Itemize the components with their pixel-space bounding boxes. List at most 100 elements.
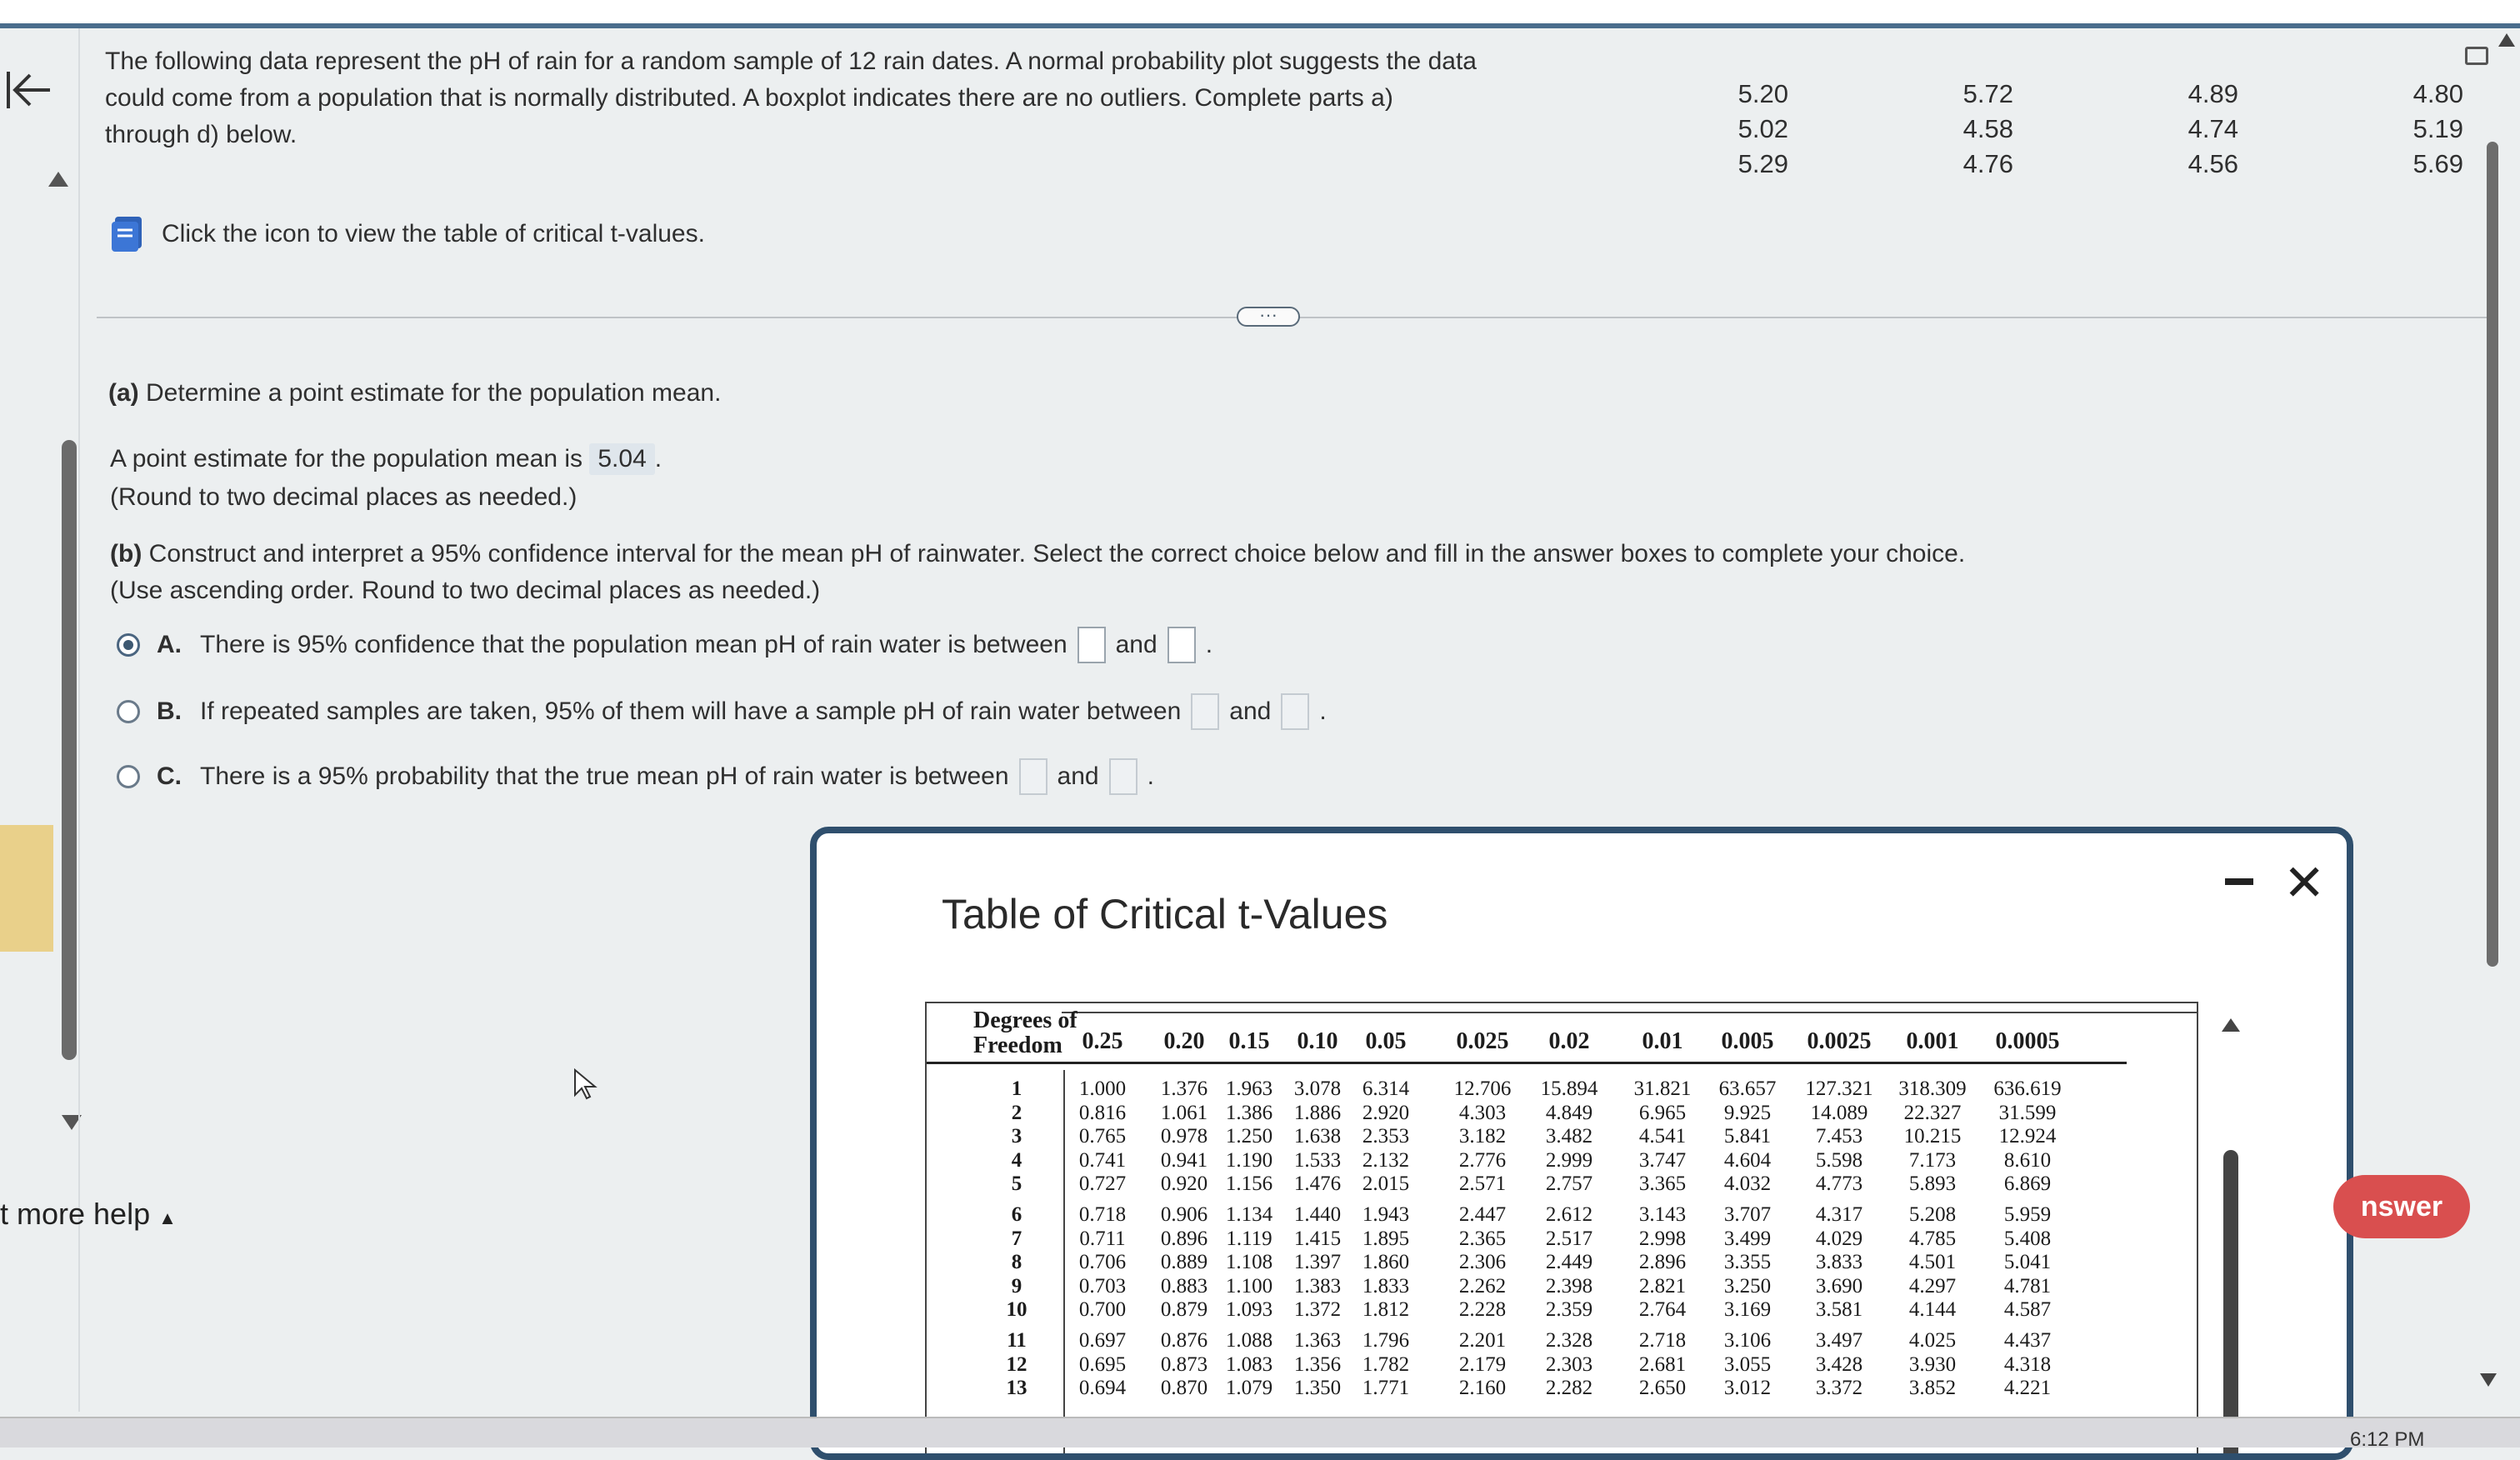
minimize-icon[interactable] [2225, 878, 2253, 885]
t-table-value-cell: 3.143 [1638, 1203, 1687, 1226]
left-scrollbar[interactable] [62, 440, 77, 1060]
t-table-prob-header: 0.01 [1642, 1028, 1683, 1054]
t-table-value-cell: 4.029 [1815, 1227, 1863, 1250]
part-a-answer-box[interactable]: 5.04 [589, 443, 655, 475]
t-table-value-cell: 3.055 [1723, 1352, 1772, 1376]
t-table-value-cell: 2.262 [1458, 1274, 1507, 1298]
choice-a-upper-input[interactable] [1167, 627, 1196, 663]
t-table-df-cell: 8 [1011, 1251, 1022, 1274]
t-table-value-cell: 0.703 [1078, 1274, 1127, 1298]
t-table-value-cell: 0.711 [1079, 1227, 1126, 1250]
t-table-value-cell: 5.408 [2003, 1227, 2052, 1250]
part-b-question-text: Construct and interpret a 95% confidence… [148, 540, 1966, 568]
page-scroll-up-icon[interactable] [2498, 33, 2515, 47]
t-table-prob-header: 0.001 [1906, 1028, 1959, 1054]
check-answer-button[interactable]: nswer [2333, 1175, 2470, 1238]
t-table-value-cell: 2.353 [1362, 1125, 1410, 1148]
t-table-value-cell: 3.690 [1815, 1274, 1863, 1298]
modal-scroll-up-icon[interactable] [2222, 1018, 2240, 1032]
data-column: 4.80 5.19 5.69 [2363, 77, 2463, 182]
part-a-question-text: Determine a point estimate for the popul… [146, 379, 722, 407]
choice-c-lower-input[interactable] [1018, 758, 1048, 795]
t-table-value-cell: 1.782 [1362, 1352, 1410, 1376]
t-table-value-cell: 3.012 [1723, 1377, 1772, 1400]
choice-c-radio[interactable] [117, 765, 140, 788]
book-icon[interactable] [110, 215, 145, 253]
data-value: 4.89 [2188, 79, 2238, 108]
t-table-value-cell: 0.718 [1078, 1203, 1127, 1226]
t-table-value-cell: 3.169 [1723, 1298, 1772, 1322]
page-scroll-down-icon[interactable] [2480, 1373, 2497, 1387]
page-scrollbar[interactable] [2487, 142, 2498, 967]
t-table-header-underline [927, 1062, 2127, 1064]
t-table-value-cell: 636.619 [1993, 1078, 2062, 1100]
t-table-df-cell: 12 [1006, 1352, 1028, 1376]
back-arrow-icon[interactable] [3, 65, 53, 115]
t-table-value-cell: 31.821 [1633, 1078, 1692, 1100]
t-table-value-cell: 0.765 [1078, 1125, 1127, 1148]
t-table-value-cell: 2.998 [1638, 1227, 1687, 1250]
t-table-value-cell: 3.930 [1908, 1352, 1957, 1376]
t-table-value-cell: 2.718 [1638, 1329, 1687, 1352]
t-table-value-cell: 4.587 [2003, 1298, 2052, 1322]
data-column: 5.72 4.58 4.76 [1913, 77, 2013, 182]
modal-scrollbar[interactable] [2223, 1150, 2238, 1453]
choice-a[interactable]: A. There is 95% confidence that the popu… [117, 627, 1212, 663]
choice-b-radio[interactable] [117, 700, 140, 723]
more-help-button[interactable]: t more help ▲ [0, 1197, 177, 1232]
expand-ellipsis-button[interactable]: ··· [1237, 306, 1300, 327]
t-table-value-cell: 4.032 [1723, 1172, 1772, 1196]
choice-b[interactable]: B. If repeated samples are taken, 95% of… [117, 693, 1327, 730]
part-a-note: (Round to two decimal places as needed.) [110, 483, 578, 511]
choice-a-lower-input[interactable] [1077, 627, 1106, 663]
t-table-value-cell: 7.173 [1908, 1148, 1957, 1172]
choice-b-upper-input[interactable] [1281, 693, 1310, 730]
left-accent-tab [0, 825, 53, 952]
t-table-value-cell: 22.327 [1903, 1101, 1962, 1124]
part-a-answer-line: A point estimate for the population mean… [110, 443, 662, 475]
t-table-value-cell: 31.599 [1998, 1101, 2057, 1124]
data-value: 5.02 [1738, 114, 1788, 143]
t-table-value-cell: 2.449 [1545, 1251, 1593, 1274]
choice-b-lower-input[interactable] [1191, 693, 1220, 730]
choice-c[interactable]: C. There is a 95% probability that the t… [117, 758, 1154, 795]
t-table-value-cell: 127.321 [1805, 1078, 1873, 1100]
modal-title: Table of Critical t-Values [942, 891, 1388, 938]
t-table-df-cell: 6 [1011, 1203, 1022, 1226]
t-table-link[interactable]: Click the icon to view the table of crit… [110, 213, 705, 255]
t-table-value-cell: 3.747 [1638, 1148, 1687, 1172]
clock: 6:12 PM [2350, 1428, 2425, 1451]
data-value: 4.76 [1962, 149, 2013, 178]
part-b-note: (Use ascending order. Round to two decim… [110, 577, 821, 604]
t-table-value-cell: 2.776 [1458, 1148, 1507, 1172]
t-table-prob-header: 0.025 [1456, 1028, 1509, 1054]
t-table-value-cell: 2.228 [1458, 1298, 1507, 1322]
t-table-value-cell: 2.764 [1638, 1298, 1687, 1322]
t-table-df-cell: 1 [1011, 1078, 1022, 1100]
t-table-value-cell: 4.781 [2003, 1274, 2052, 1298]
choice-a-radio[interactable] [117, 633, 140, 657]
t-table-value-cell: 2.201 [1458, 1329, 1507, 1352]
choice-c-upper-input[interactable] [1108, 758, 1138, 795]
t-table-value-cell: 3.372 [1815, 1377, 1863, 1400]
window-icon[interactable] [2465, 47, 2488, 65]
t-table-df-cell: 4 [1011, 1148, 1022, 1172]
t-table-df-cell: 7 [1011, 1227, 1022, 1250]
data-value: 5.72 [1962, 79, 2013, 108]
t-table-value-cell: 8.610 [2003, 1148, 2052, 1172]
t-table-value-cell: 1.860 [1362, 1251, 1410, 1274]
t-table-value-cell: 0.694 [1078, 1377, 1127, 1400]
t-table-value-cell: 2.160 [1458, 1377, 1507, 1400]
close-icon[interactable]: ✕ [2283, 858, 2325, 908]
t-table-value-cell: 2.328 [1545, 1329, 1593, 1352]
t-table-value-cell: 4.604 [1723, 1148, 1772, 1172]
t-table-value-cell: 3.250 [1723, 1274, 1772, 1298]
t-table-value-cell: 3.499 [1723, 1227, 1772, 1250]
scroll-up-arrow-icon[interactable] [48, 172, 68, 187]
t-table-value-cell: 0.741 [1078, 1148, 1127, 1172]
t-table-value-cell: 2.303 [1545, 1352, 1593, 1376]
t-table-value-cell: 3.833 [1815, 1251, 1863, 1274]
critical-t-table: Degrees of Freedom 0.25 0.20 0.15 0.10 0.05 0… [925, 1002, 2198, 1453]
t-table-link-text[interactable]: Click the icon to view the table of crit… [162, 220, 705, 248]
t-table-value-cell: 4.501 [1908, 1251, 1957, 1274]
